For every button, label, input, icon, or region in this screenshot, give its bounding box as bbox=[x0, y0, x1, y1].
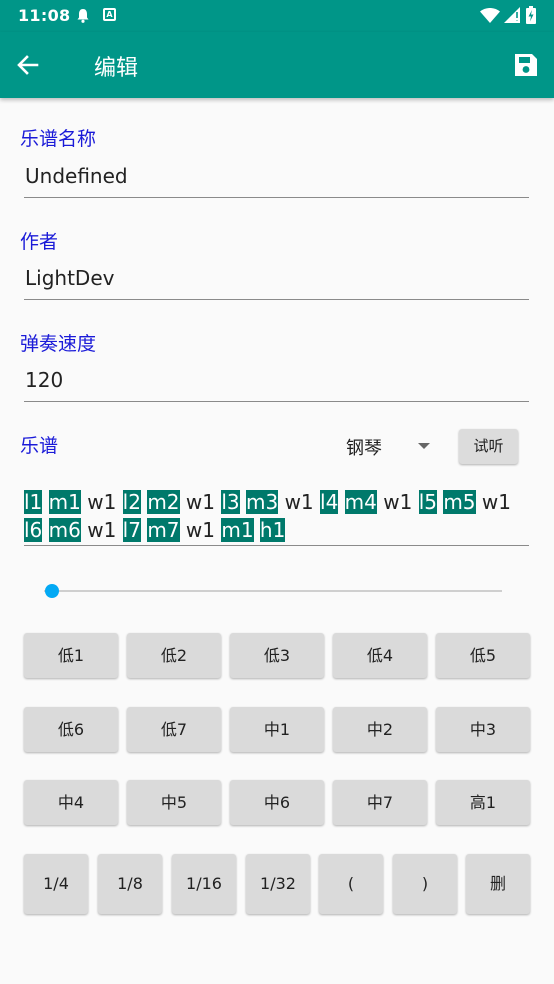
instrument-value: 钢琴 bbox=[346, 438, 382, 459]
note-key[interactable]: 中4 bbox=[24, 780, 118, 825]
score-token: l7 bbox=[122, 518, 141, 542]
score-token: m5 bbox=[443, 490, 476, 514]
progress-slider[interactable] bbox=[44, 583, 502, 599]
score-token: l1 bbox=[24, 490, 43, 514]
note-key[interactable]: 低7 bbox=[127, 707, 221, 752]
score-token: w1 bbox=[481, 490, 511, 514]
slider-thumb[interactable] bbox=[45, 584, 59, 598]
author-label: 作者 bbox=[20, 231, 59, 253]
note-key[interactable]: 中6 bbox=[230, 780, 324, 825]
score-token: m7 bbox=[147, 518, 180, 542]
note-key[interactable]: 低4 bbox=[333, 633, 427, 678]
instrument-select[interactable]: 钢琴 bbox=[346, 434, 446, 460]
edit-screen: 11:08 A 编辑 乐谱名称 Undefined 作者 LightDev 弹奏… bbox=[0, 0, 554, 984]
note-key[interactable]: 高1 bbox=[436, 780, 530, 825]
score-token: w1 bbox=[87, 490, 117, 514]
a-notification-icon: A bbox=[103, 8, 116, 21]
score-token: l4 bbox=[320, 490, 339, 514]
score-token: l2 bbox=[122, 490, 141, 514]
score-token: w1 bbox=[185, 518, 215, 542]
score-token: w1 bbox=[185, 490, 215, 514]
arrow-left-icon[interactable] bbox=[14, 51, 42, 79]
duration-key[interactable]: ) bbox=[393, 854, 457, 914]
battery-charging-icon bbox=[526, 6, 536, 24]
duration-key[interactable]: ( bbox=[319, 854, 383, 914]
score-token: w1 bbox=[383, 490, 413, 514]
floppy-disk-icon[interactable] bbox=[512, 51, 540, 79]
app-bar: 编辑 bbox=[0, 32, 554, 98]
score-token: h1 bbox=[259, 518, 286, 542]
status-bar: 11:08 A bbox=[0, 0, 554, 32]
dropdown-arrow-icon bbox=[418, 443, 430, 449]
score-token: m1 bbox=[221, 518, 254, 542]
signal-icon bbox=[504, 7, 520, 23]
note-key[interactable]: 低1 bbox=[24, 633, 118, 678]
score-token: w1 bbox=[87, 518, 117, 542]
score-token: m3 bbox=[245, 490, 279, 514]
delete-key[interactable]: 删 bbox=[466, 854, 530, 914]
score-token: m2 bbox=[147, 490, 180, 514]
note-key[interactable]: 中1 bbox=[230, 707, 324, 752]
note-key[interactable]: 中5 bbox=[127, 780, 221, 825]
note-key[interactable]: 中3 bbox=[436, 707, 530, 752]
score-label: 乐谱 bbox=[20, 435, 59, 457]
score-token: l3 bbox=[221, 490, 240, 514]
listen-button[interactable]: 试听 bbox=[459, 429, 518, 464]
note-key[interactable]: 中2 bbox=[333, 707, 427, 752]
author-input[interactable]: LightDev bbox=[24, 260, 529, 300]
score-token: w1 bbox=[284, 490, 314, 514]
score-input[interactable]: l1 m1 w1 l2 m2 w1 l3 m3 w1 l4 m4 w1 l5 m… bbox=[24, 488, 529, 546]
score-token: m4 bbox=[344, 490, 377, 514]
bell-icon bbox=[77, 9, 89, 23]
score-token: l6 bbox=[24, 518, 43, 542]
note-key[interactable]: 低3 bbox=[230, 633, 324, 678]
note-key[interactable]: 低2 bbox=[127, 633, 221, 678]
score-name-input[interactable]: Undefined bbox=[24, 158, 529, 198]
score-name-label: 乐谱名称 bbox=[20, 128, 97, 150]
note-key[interactable]: 中7 bbox=[333, 780, 427, 825]
score-token: m6 bbox=[48, 518, 81, 542]
duration-key[interactable]: 1/4 bbox=[24, 854, 88, 914]
score-token: l5 bbox=[418, 490, 437, 514]
slider-track bbox=[44, 590, 502, 592]
status-time: 11:08 bbox=[18, 6, 71, 25]
page-title: 编辑 bbox=[94, 56, 139, 81]
duration-key[interactable]: 1/32 bbox=[246, 854, 310, 914]
duration-key[interactable]: 1/8 bbox=[98, 854, 162, 914]
note-key[interactable]: 低6 bbox=[24, 707, 118, 752]
duration-key[interactable]: 1/16 bbox=[172, 854, 236, 914]
speed-label: 弹奏速度 bbox=[20, 333, 97, 355]
wifi-icon bbox=[480, 8, 500, 23]
score-token: m1 bbox=[48, 490, 81, 514]
speed-input[interactable]: 120 bbox=[24, 362, 529, 402]
note-key[interactable]: 低5 bbox=[436, 633, 530, 678]
